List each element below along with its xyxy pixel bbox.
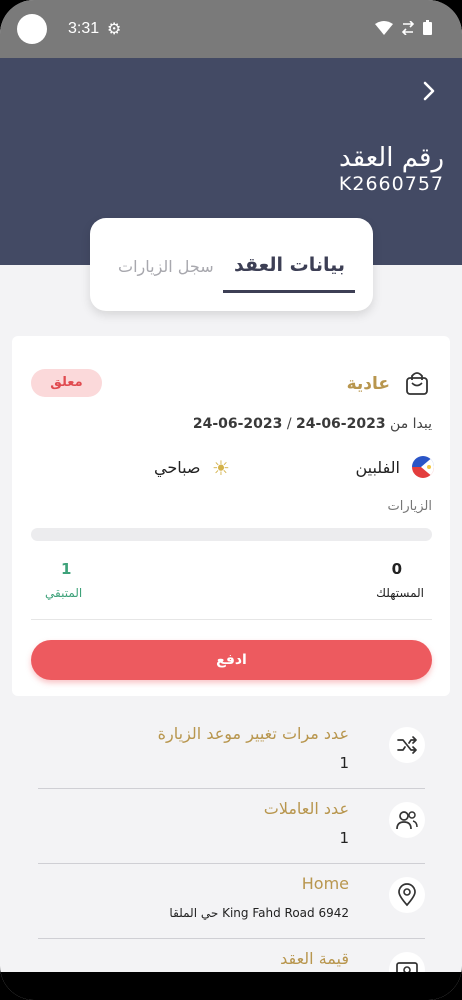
status-icons: [375, 20, 432, 35]
reschedule-count-value: 1: [339, 754, 349, 772]
remaining-value: 1: [61, 560, 72, 578]
address-label: Home: [301, 874, 349, 893]
camera-dot: [17, 14, 47, 44]
philippines-flag-icon: [412, 456, 434, 478]
shuffle-icon: [389, 727, 425, 763]
consumed-label: المستهلك: [376, 586, 424, 600]
list-item: عدد مرات تغيير موعد الزيارة 1: [38, 714, 425, 789]
shopping-bag-icon: [406, 372, 428, 395]
date-prefix: يبدا من: [390, 416, 432, 432]
settings-gear-icon: ⚙: [107, 19, 122, 38]
date-range: يبدا من 2023-06-24 / 2023-06-24: [193, 416, 432, 432]
card-divider: [31, 619, 432, 620]
end-date: 2023-06-24: [192, 416, 283, 432]
list-item: عدد العاملات 1: [38, 789, 425, 864]
sun-icon: ☀: [212, 456, 230, 480]
active-tab-indicator: [223, 290, 355, 293]
workers-count-label: عدد العاملات: [263, 799, 349, 818]
status-time: 3:31: [68, 20, 100, 37]
tab-contract-details[interactable]: بيانات العقد: [234, 254, 345, 276]
list-item: Home King Fahd Road 6942 حي الملقا: [38, 864, 425, 939]
phone-screen: 3:31 ⚙ رقم العقد K2660757 بيانات العقد س…: [0, 0, 462, 1000]
status-badge: معلق: [31, 369, 102, 397]
navigation-bar: [0, 972, 462, 1000]
wifi-icon: [375, 20, 393, 35]
contract-value-label: قيمة العقد: [280, 949, 349, 968]
location-pin-icon: [389, 877, 425, 913]
users-icon: [389, 802, 425, 838]
reschedule-count-label: عدد مرات تغيير موعد الزيارة: [157, 724, 349, 743]
battery-icon: [423, 20, 432, 35]
data-transfer-icon: [401, 20, 415, 35]
address-value: King Fahd Road 6942 حي الملقا: [169, 906, 349, 920]
back-arrow-icon[interactable]: [418, 80, 440, 102]
contract-summary-card: معلق عادية يبدا من 2023-06-24 / 2023-06-…: [12, 336, 450, 696]
visits-label: الزيارات: [387, 499, 432, 514]
tabs-card: بيانات العقد سجل الزيارات: [90, 218, 373, 311]
contract-type: عادية: [346, 374, 390, 394]
date-separator: /: [286, 416, 292, 432]
workers-count-value: 1: [339, 829, 349, 847]
status-bar: 3:31 ⚙: [0, 0, 462, 58]
contract-number: K2660757: [338, 173, 444, 195]
remaining-label: المتبقي: [45, 586, 83, 600]
consumed-value: 0: [391, 560, 402, 578]
visits-progress-bar: [31, 528, 432, 541]
start-date: 2023-06-24: [296, 416, 386, 432]
shift-label: صباحي: [154, 458, 201, 477]
pay-button[interactable]: ادفع: [31, 640, 432, 680]
worker-country: الفلبين: [355, 458, 400, 477]
tab-visit-log[interactable]: سجل الزيارات: [118, 257, 214, 276]
contract-title: رقم العقد: [338, 143, 444, 173]
